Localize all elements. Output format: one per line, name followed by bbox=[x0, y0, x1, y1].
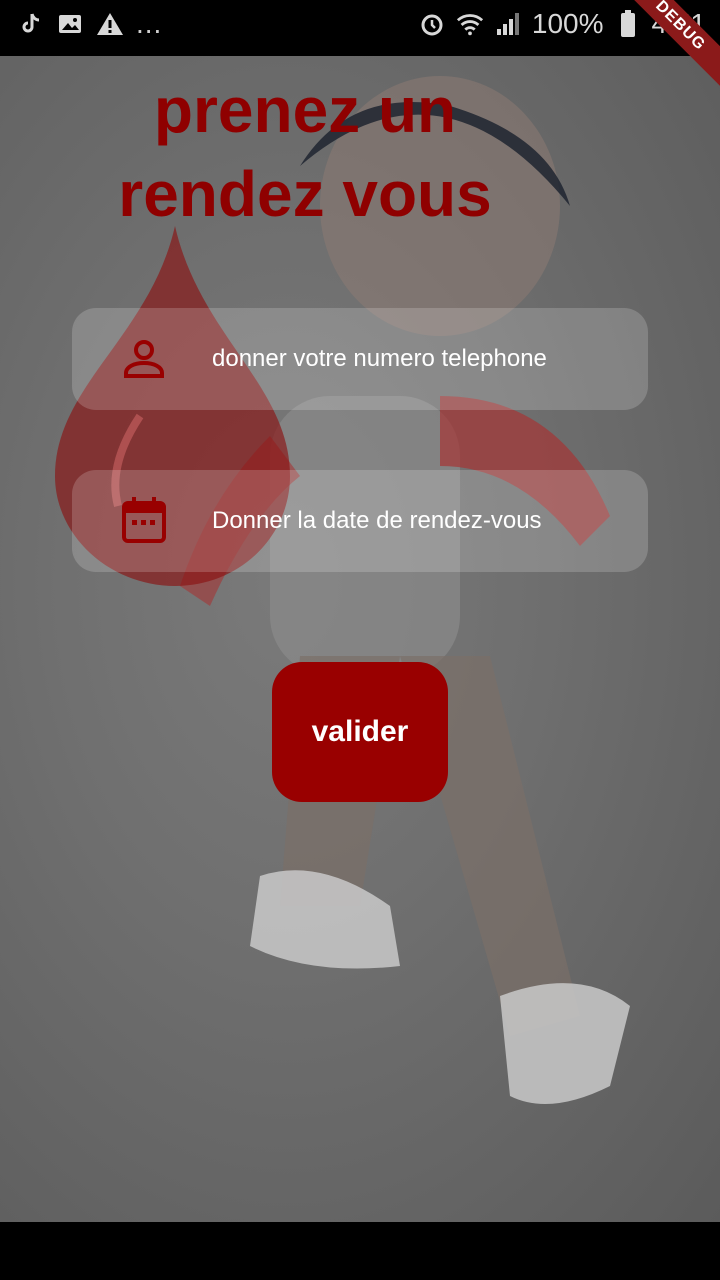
date-field[interactable]: Donner la date de rendez-vous bbox=[72, 470, 648, 572]
submit-button[interactable]: valider bbox=[272, 662, 448, 802]
warning-icon bbox=[96, 10, 124, 38]
more-notifications: ... bbox=[136, 8, 163, 39]
navigation-bar bbox=[0, 1222, 720, 1280]
alarm-icon bbox=[418, 10, 446, 38]
phone-field[interactable]: donner votre numero telephone bbox=[72, 308, 648, 410]
signal-icon bbox=[494, 10, 522, 38]
date-input-placeholder: Donner la date de rendez-vous bbox=[212, 507, 542, 534]
app-screen: prenez un rendez vous donner votre numer… bbox=[0, 56, 720, 1222]
tiktok-icon bbox=[16, 10, 44, 38]
battery-icon bbox=[614, 10, 642, 38]
image-icon bbox=[56, 10, 84, 38]
calendar-icon bbox=[118, 494, 170, 546]
title-line-1: prenez un bbox=[153, 74, 457, 146]
person-icon bbox=[118, 332, 170, 384]
battery-percent: 100% bbox=[531, 8, 604, 39]
page-title: prenez un rendez vous bbox=[90, 68, 520, 236]
status-bar: ... 100% 4:51 bbox=[0, 0, 720, 56]
phone-input-placeholder: donner votre numero telephone bbox=[212, 345, 547, 372]
title-line-2: rendez vous bbox=[118, 158, 492, 230]
wifi-icon bbox=[456, 10, 484, 38]
